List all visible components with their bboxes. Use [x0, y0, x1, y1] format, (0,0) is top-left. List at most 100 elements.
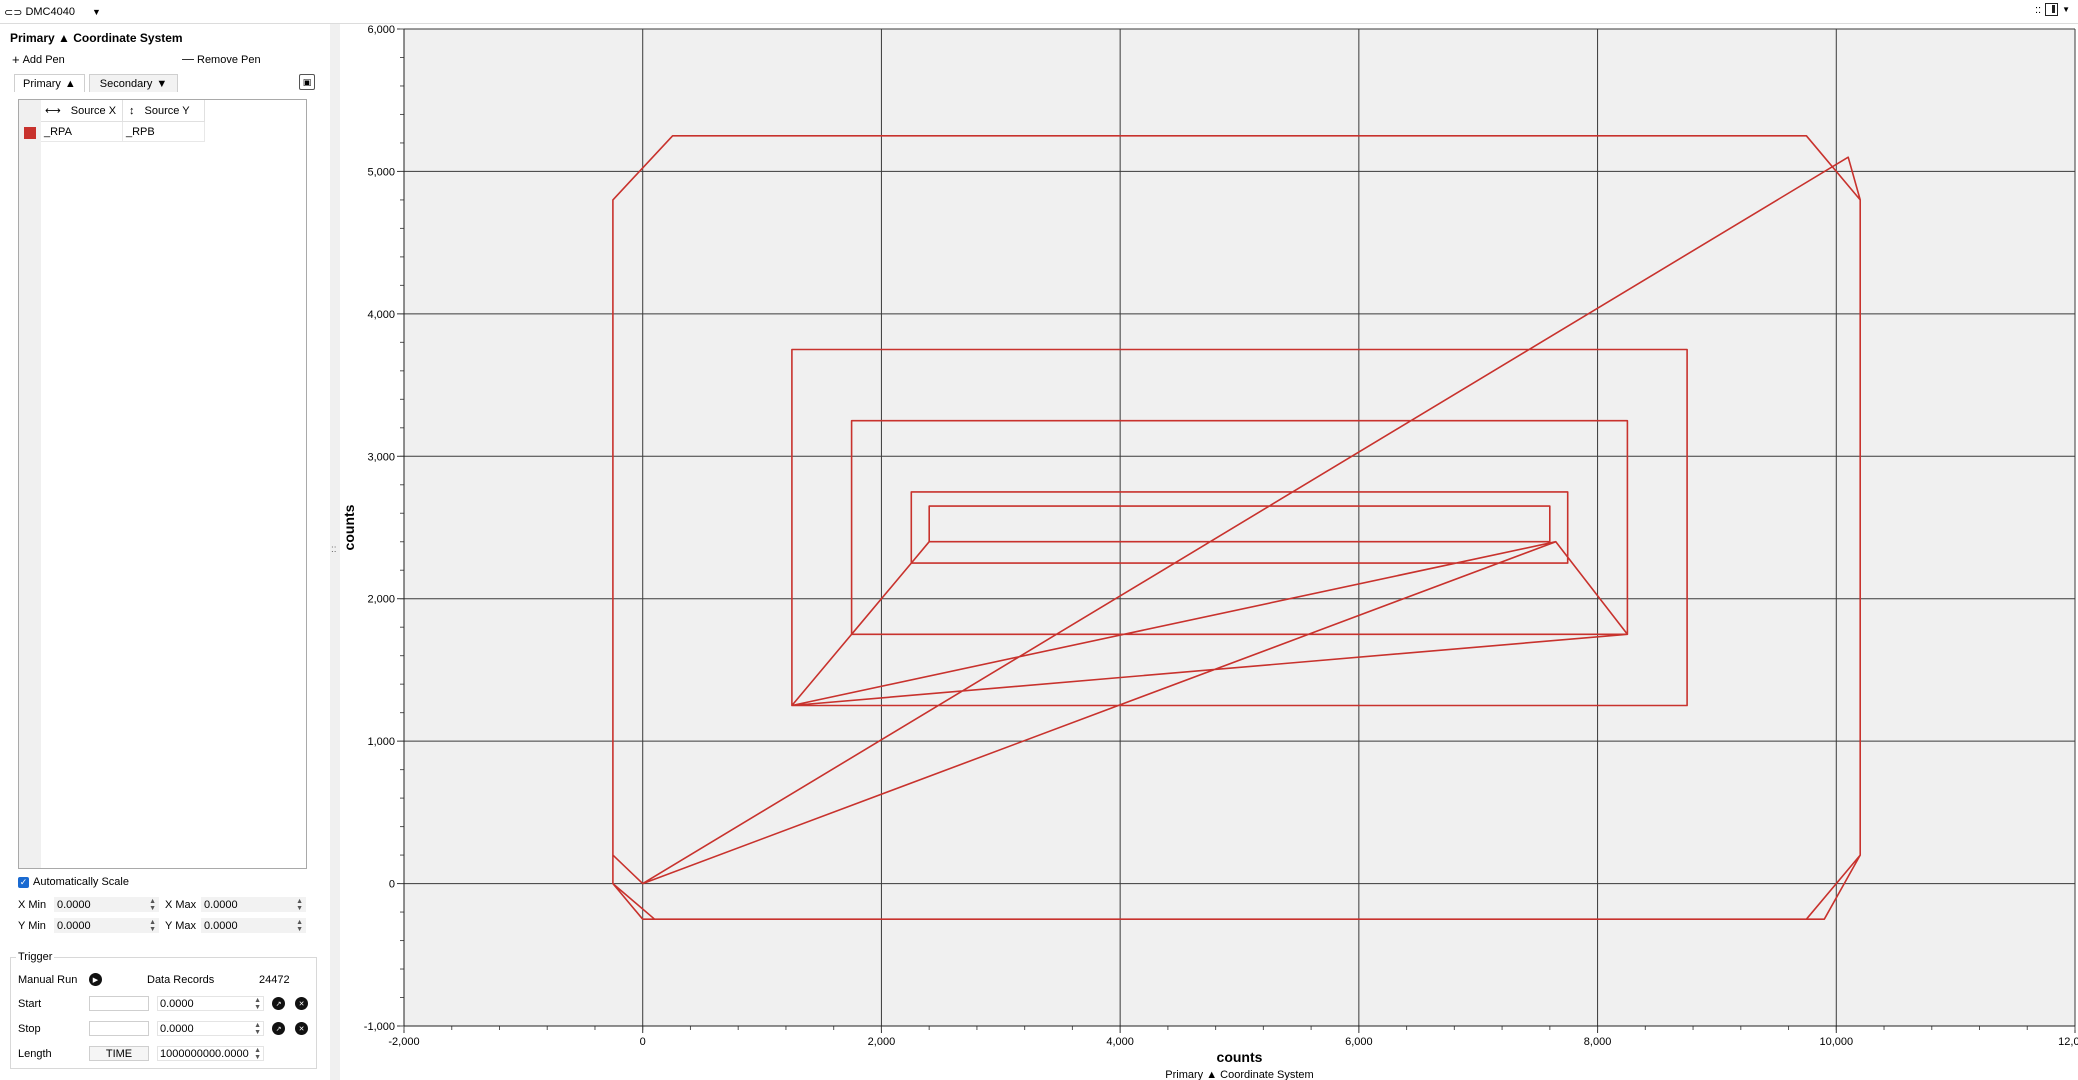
row-gutter	[19, 100, 41, 868]
start-label: Start	[18, 997, 42, 1010]
manual-run-label: Manual Run	[18, 973, 78, 986]
length-mode-button[interactable]: TIME	[89, 1046, 149, 1061]
panel-splitter[interactable]: ::	[330, 24, 340, 1080]
x-tick-label: 4,000	[1106, 1036, 1134, 1048]
pen-source-y-cell[interactable]: _RPB	[123, 122, 205, 142]
y-tick-label: -1,000	[364, 1021, 395, 1033]
pen-source-x-cell[interactable]: _RPA	[41, 122, 123, 142]
save-icon[interactable]: ▣	[299, 74, 315, 90]
triangle-up-icon: ▲	[64, 77, 76, 90]
panel-layout-icon[interactable]	[2045, 3, 2059, 16]
y-tick-label: 4,000	[367, 309, 395, 321]
y-tick-label: 2,000	[367, 594, 395, 606]
stop-source-field[interactable]	[89, 1021, 149, 1036]
source-y-header-label: Source Y	[144, 104, 190, 117]
y-max-label: Y Max	[165, 919, 196, 932]
y-tick-label: 1,000	[367, 736, 395, 748]
spinner-arrows-icon[interactable]: ▲ ▼	[296, 919, 303, 933]
y-min-label: Y Min	[18, 919, 46, 932]
plot-area: -2,000 0 2,000 4,000 6,000 8,000 10,000 12,000 -…	[340, 24, 2078, 1080]
top-toolbar: ⊂⊃ DMC4040 ▼ :: ▼	[0, 0, 2078, 24]
y-axis-label: counts	[341, 504, 357, 550]
length-mode-label: TIME	[105, 1047, 133, 1060]
x-tick-label: 12,000	[2058, 1036, 2078, 1048]
auto-scale-label: Automatically Scale	[33, 876, 129, 888]
x-min-label: X Min	[18, 898, 47, 911]
close-icon[interactable]: ✕	[295, 1022, 308, 1035]
horizontal-arrows-icon: ⟷	[45, 105, 61, 117]
x-max-value: 0.0000	[204, 898, 238, 911]
vertical-arrows-icon: ↕	[129, 104, 135, 117]
table-row[interactable]: _RPA _RPB	[19, 122, 205, 142]
spinner-arrows-icon[interactable]: ▲ ▼	[254, 1022, 261, 1036]
arrow-icon[interactable]: ↗	[272, 1022, 285, 1035]
y-range-row: Y Min 0.0000 ▲ ▼ Y Max 0.0000 ▲ ▼	[18, 918, 306, 933]
x-tick-label: 6,000	[1345, 1036, 1373, 1048]
data-records-label: Data Records	[147, 973, 215, 986]
plus-icon: +	[12, 52, 20, 67]
x-tick-label: 8,000	[1584, 1036, 1612, 1048]
start-value-input[interactable]: 0.0000 ▲ ▼	[157, 996, 264, 1011]
start-source-field[interactable]	[89, 996, 149, 1011]
start-value: 0.0000	[160, 997, 194, 1010]
length-value: 1000000000.0000	[160, 1047, 249, 1060]
x-min-input[interactable]: 0.0000 ▲ ▼	[54, 897, 159, 912]
connection-label: DMC4040	[25, 6, 75, 18]
y-tick-label: 3,000	[367, 451, 395, 463]
spinner-arrows-icon[interactable]: ▲ ▼	[149, 919, 156, 933]
plot-caption: Primary ▲ Coordinate System	[1165, 1069, 1313, 1080]
pen-table: ⟷ Source X ↕ Source Y _RPA _RPB	[18, 99, 307, 869]
x-tick-label: 2,000	[868, 1036, 896, 1048]
check-icon[interactable]: ✓	[18, 876, 29, 888]
stop-value: 0.0000	[160, 1022, 194, 1035]
stop-label: Stop	[18, 1022, 41, 1035]
spinner-arrows-icon[interactable]: ▲ ▼	[254, 997, 261, 1011]
remove-pen-label: Remove Pen	[197, 53, 261, 66]
length-value-input[interactable]: 1000000000.0000 ▲ ▼	[157, 1046, 264, 1061]
pen-tabs: Primary ▲ Secondary ▼	[14, 74, 182, 92]
link-icon: ⊂⊃	[4, 6, 23, 19]
start-row: Start 0.0000 ▲ ▼ ↗ ✕	[18, 996, 308, 1011]
tab-secondary[interactable]: Secondary ▼	[88, 74, 179, 92]
tab-secondary-label: Secondary	[99, 77, 153, 90]
add-pen-button[interactable]: + Add Pen	[12, 52, 182, 67]
xy-plot[interactable]: -2,000 0 2,000 4,000 6,000 8,000 10,000 12,000 -…	[340, 24, 2078, 1080]
pen-color-swatch[interactable]	[24, 127, 36, 139]
x-max-input[interactable]: 0.0000 ▲ ▼	[201, 897, 306, 912]
column-header-source-y[interactable]: ↕ Source Y	[123, 100, 205, 122]
data-records-count: 24472	[259, 973, 290, 986]
length-row: Length TIME 1000000000.0000 ▲ ▼	[18, 1046, 264, 1061]
stop-value-input[interactable]: 0.0000 ▲ ▼	[157, 1021, 264, 1036]
play-icon[interactable]: ▶	[89, 973, 102, 986]
column-header-source-x[interactable]: ⟷ Source X	[41, 100, 123, 122]
drag-handle-icon[interactable]: ::	[331, 544, 337, 555]
y-min-input[interactable]: 0.0000 ▲ ▼	[54, 918, 159, 933]
y-max-value: 0.0000	[204, 919, 238, 932]
panel-title: Primary ▲ Coordinate System	[10, 31, 183, 45]
auto-scale-checkbox[interactable]: ✓ Automatically Scale	[18, 876, 129, 888]
source-x-header-label: Source X	[70, 104, 117, 117]
pen-toolbar: + Add Pen Remove Pen	[12, 52, 261, 67]
x-axis-label: counts	[1217, 1049, 1263, 1065]
triangle-down-icon: ▼	[156, 77, 168, 90]
close-icon[interactable]: ✕	[295, 997, 308, 1010]
connection-selector[interactable]: ⊂⊃ DMC4040 ▼	[4, 3, 101, 21]
layout-dots-icon[interactable]: ::	[2035, 4, 2041, 16]
minus-icon	[182, 59, 194, 60]
tab-primary-label: Primary	[23, 77, 61, 90]
x-tick-label: 10,000	[1819, 1036, 1853, 1048]
spinner-arrows-icon[interactable]: ▲ ▼	[296, 898, 303, 912]
spinner-arrows-icon[interactable]: ▲ ▼	[149, 898, 156, 912]
chevron-down-icon[interactable]: ▼	[2062, 5, 2070, 14]
x-max-label: X Max	[165, 898, 197, 911]
chevron-down-icon[interactable]: ▼	[92, 7, 101, 17]
y-tick-label: 5,000	[367, 166, 395, 178]
y-max-input[interactable]: 0.0000 ▲ ▼	[201, 918, 306, 933]
y-min-value: 0.0000	[57, 919, 91, 932]
remove-pen-button[interactable]: Remove Pen	[182, 52, 261, 67]
spinner-arrows-icon[interactable]: ▲ ▼	[254, 1047, 261, 1061]
layout-controls: :: ▼	[2035, 3, 2070, 16]
x-min-value: 0.0000	[57, 898, 91, 911]
tab-primary[interactable]: Primary ▲	[14, 74, 85, 92]
arrow-icon[interactable]: ↗	[272, 997, 285, 1010]
